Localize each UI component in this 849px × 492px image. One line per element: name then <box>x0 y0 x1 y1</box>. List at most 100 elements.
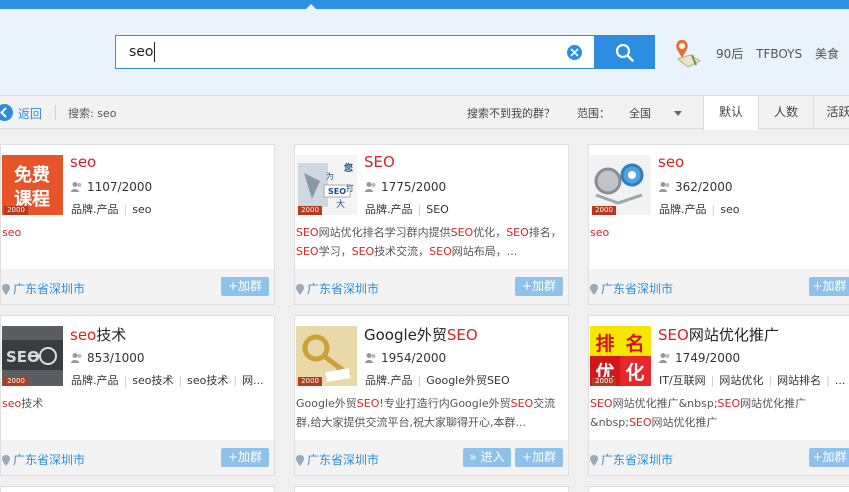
group-tag: SEO <box>426 203 449 216</box>
enter-group-button[interactable]: » 进入 <box>463 448 511 467</box>
group-avatar[interactable]: 2000 <box>296 326 357 386</box>
sort-tab-members[interactable]: 人数 <box>758 96 813 129</box>
group-card[interactable]: 排 名 优 化 2000 SEO网站优化推广 1749/2000 IT/互联网 |… <box>588 315 849 476</box>
group-card[interactable]: SEO 您 为 打 大 2000 SEO 1775/2000 品牌.产品 | SEO… <box>294 144 569 305</box>
group-tag: seo技术 <box>132 374 174 387</box>
members-icon <box>71 182 82 192</box>
group-name[interactable]: SEO <box>364 153 395 171</box>
hot-tag[interactable]: TFBOYS <box>756 47 802 61</box>
desc-highlight: SEO <box>590 397 613 410</box>
svg-text:化: 化 <box>625 361 644 384</box>
close-icon <box>570 48 579 57</box>
group-location: 广东省深圳市 <box>590 451 673 468</box>
card-footer: 广东省深圳市 +加群 <box>589 440 849 475</box>
svg-text:免费: 免费 <box>14 164 50 186</box>
group-name-rest: 网站优化推广 <box>688 326 779 344</box>
group-card[interactable]: 2000 seo 362/2000 品牌.产品 | seo seo 广东省深圳市 +… <box>588 144 849 305</box>
not-found-link[interactable]: 搜索不到我的群？ <box>467 105 555 121</box>
group-avatar[interactable]: SEO 2000 <box>2 326 63 386</box>
group-size-badge: 2000 <box>4 206 28 215</box>
desc-text: !专业打造行内Google外贸 <box>379 397 511 410</box>
desc-highlight: SEO <box>296 226 319 239</box>
search-header: seo 90后 TFBOYS 美食 <box>0 9 849 96</box>
group-description: seo <box>2 223 268 263</box>
range-select[interactable]: 全国 <box>629 105 651 121</box>
join-group-button[interactable]: +加群 <box>515 448 563 467</box>
group-avatar[interactable]: 免费 课程 2000 <box>2 155 63 215</box>
group-location: 广东省深圳市 <box>2 451 85 468</box>
search-input[interactable]: seo <box>115 35 595 69</box>
member-count: 1749/2000 <box>659 351 740 365</box>
member-count: 1954/2000 <box>365 351 446 365</box>
member-count: 362/2000 <box>659 180 733 194</box>
map-location-icon[interactable] <box>670 37 704 71</box>
sort-tab-default[interactable]: 默认 <box>703 96 758 130</box>
group-name[interactable]: seo <box>70 153 96 171</box>
group-card[interactable]: SEO 2000 seo技术 853/1000 品牌.产品 | seo技术 | seo技… <box>0 315 275 476</box>
join-group-button[interactable]: +加群 <box>809 277 849 296</box>
group-name[interactable]: seo技术 <box>70 324 126 345</box>
group-location: 广东省深圳市 <box>296 451 379 468</box>
group-size-badge: 2000 <box>592 206 616 215</box>
members-icon <box>659 182 670 192</box>
group-location: 广东省深圳市 <box>2 280 85 297</box>
group-card-partial <box>294 486 569 492</box>
chevron-down-icon[interactable] <box>674 111 682 116</box>
group-name[interactable]: Google外贸SEO <box>364 324 478 345</box>
group-name-highlight: SEO <box>364 153 395 171</box>
desc-text: 技术交流， <box>374 245 430 258</box>
member-count-value: 1749/2000 <box>675 351 741 365</box>
group-tags: 品牌.产品 | seo <box>71 203 152 216</box>
group-card[interactable]: 2000 Google外贸SEO 1954/2000 品牌.产品 | Google外… <box>294 315 569 476</box>
group-name-highlight: seo <box>658 153 685 171</box>
members-icon <box>71 353 82 363</box>
desc-highlight: SEO <box>429 245 452 258</box>
desc-highlight: SEO <box>356 397 380 410</box>
desc-text: 技术 <box>21 397 44 410</box>
location-pin-icon <box>590 284 598 295</box>
group-name-highlight: SEO <box>446 326 478 344</box>
location-pin-icon <box>590 455 598 466</box>
svg-text:打: 打 <box>346 183 354 193</box>
hot-tag[interactable]: 90后 <box>716 47 743 61</box>
location-pin-icon <box>2 284 10 295</box>
group-card[interactable]: 免费 课程 2000 seo 1107/2000 品牌.产品 | seo seo 广… <box>0 144 275 305</box>
group-avatar[interactable]: 2000 <box>590 155 651 215</box>
group-tag: seo <box>132 203 152 216</box>
desc-text: 网站优化排名学习群内提供 <box>318 226 451 239</box>
member-count-value: 853/1000 <box>87 351 145 365</box>
group-name[interactable]: seo <box>658 153 684 171</box>
group-description: seo技术 <box>2 394 268 434</box>
group-size-badge: 2000 <box>298 377 322 386</box>
join-group-button[interactable]: +加群 <box>515 277 563 296</box>
join-group-button[interactable]: +加群 <box>809 448 849 467</box>
group-tag: 网站排名 <box>777 374 822 387</box>
hot-tag[interactable]: 美食 <box>815 47 839 61</box>
group-name-rest: 技术 <box>96 326 127 344</box>
back-icon[interactable] <box>0 104 13 121</box>
group-tags: IT/互联网 | 网站优化 | 网站排名 |... <box>659 374 846 387</box>
search-button[interactable] <box>594 35 655 69</box>
desc-highlight: seo <box>590 226 610 239</box>
group-tag: 品牌.产品 <box>365 374 413 387</box>
location-text: 广东省深圳市 <box>13 282 86 296</box>
back-link[interactable]: 返回 <box>18 105 42 122</box>
card-footer: 广东省深圳市 +加群 <box>589 269 849 304</box>
join-group-button[interactable]: +加群 <box>221 448 269 467</box>
svg-text:名: 名 <box>625 332 644 355</box>
toolbar-divider <box>55 105 56 120</box>
location-text: 广东省深圳市 <box>13 453 86 467</box>
join-group-button[interactable]: +加群 <box>221 277 269 296</box>
group-tag: 品牌.产品 <box>365 203 413 216</box>
group-card-partial <box>588 486 849 492</box>
group-avatar[interactable]: SEO 您 为 打 大 2000 <box>296 155 357 215</box>
group-avatar[interactable]: 排 名 优 化 2000 <box>590 326 651 386</box>
location-text: 广东省深圳市 <box>307 453 380 467</box>
member-count-value: 1107/2000 <box>87 180 153 194</box>
group-name[interactable]: SEO网站优化推广 <box>658 324 779 345</box>
location-pin-icon <box>296 284 304 295</box>
sort-tab-active[interactable]: 活跃 <box>813 96 849 129</box>
results-toolbar: 返回 搜索: seo 搜索不到我的群？ 范围： 全国 默认 人数 活跃 <box>0 96 849 130</box>
member-count: 1107/2000 <box>71 180 152 194</box>
clear-search-button[interactable] <box>567 45 582 60</box>
